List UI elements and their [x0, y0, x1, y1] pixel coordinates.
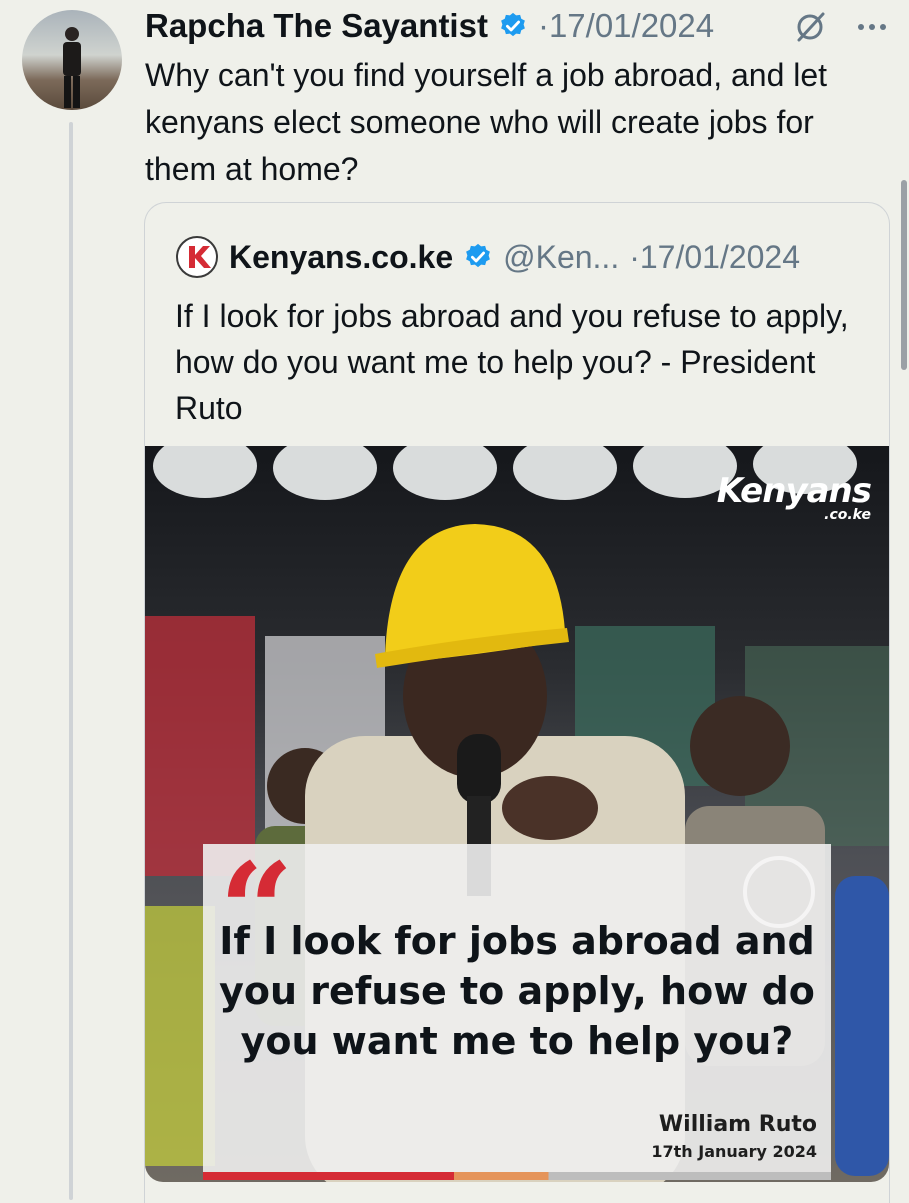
quote-author: William Ruto [658, 1112, 817, 1137]
image-brand-name: Kenyans [716, 471, 872, 511]
more-icon[interactable] [857, 22, 887, 32]
header-actions [793, 10, 887, 44]
tweet-text: Why can't you find yourself a job abroad… [145, 57, 828, 187]
quoted-author-name[interactable]: Kenyans.co.ke [229, 239, 453, 276]
image-brand: Kenyans .co.ke [716, 471, 872, 522]
tweet-date[interactable]: ·17/01/2024 [538, 7, 714, 45]
quote-date: 17th January 2024 [651, 1142, 817, 1161]
quoted-tweet-card[interactable]: Kenyans.co.ke @Ken... ·17/01/2024 If I l… [144, 202, 890, 1203]
avatar[interactable] [22, 10, 122, 110]
quoted-tweet-text: If I look for jobs abroad and you refuse… [175, 298, 849, 426]
verified-icon [501, 12, 525, 37]
author-name[interactable]: Rapcha The Sayantist [145, 7, 488, 45]
quoted-tweet-header: Kenyans.co.ke @Ken... ·17/01/2024 [175, 235, 800, 279]
tweet-header: Rapcha The Sayantist ·17/01/2024 [145, 4, 714, 48]
quoted-tweet-image[interactable]: Kenyans .co.ke “ If I look for jobs abro… [145, 446, 889, 1182]
quoted-date[interactable]: ·17/01/2024 [629, 239, 800, 276]
grok-icon[interactable] [793, 10, 827, 44]
quote-overlay: “ If I look for jobs abroad and you refu… [203, 844, 831, 1172]
thread-line [69, 122, 73, 1200]
kenyans-logo-icon [176, 236, 218, 278]
verified-icon [466, 243, 490, 268]
quote-text: If I look for jobs abroad and you refuse… [219, 919, 815, 1063]
scrollbar[interactable] [901, 180, 907, 370]
quote-stripe [203, 1172, 831, 1180]
avatar-person [63, 27, 81, 108]
quoted-handle[interactable]: @Ken... [503, 239, 619, 276]
